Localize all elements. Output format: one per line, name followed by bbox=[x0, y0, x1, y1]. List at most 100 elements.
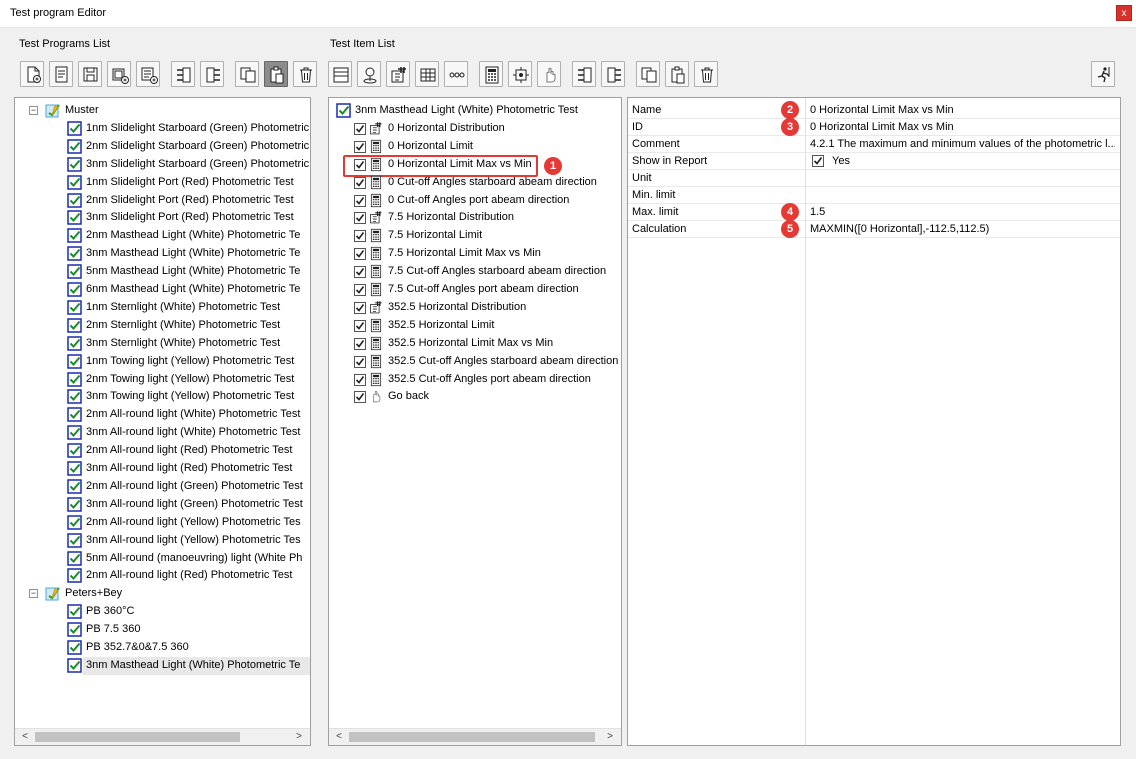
move-down-button[interactable] bbox=[601, 61, 625, 87]
test-item-node[interactable]: 352.5 Cut-off Angles port abeam directio… bbox=[329, 371, 621, 389]
new-program-button[interactable] bbox=[20, 61, 44, 87]
tree-program-node[interactable]: 3nm Sternlight (White) Photometric Test bbox=[15, 335, 310, 353]
tree-program-node[interactable]: 3nm All-round light (Green) Photometric … bbox=[15, 496, 310, 514]
item-checkbox[interactable] bbox=[354, 176, 366, 189]
item-checkbox[interactable] bbox=[354, 355, 366, 368]
tree-program-node[interactable]: PB 360°C bbox=[15, 603, 310, 621]
tree-program-node[interactable]: 2nm Slidelight Port (Red) Photometric Te… bbox=[15, 192, 310, 210]
item-checkbox[interactable] bbox=[354, 230, 366, 243]
item-list-button[interactable] bbox=[328, 61, 352, 87]
property-row[interactable]: Min. limit bbox=[628, 187, 1120, 204]
show-in-report-checkbox[interactable] bbox=[812, 155, 824, 167]
item-checkbox[interactable] bbox=[354, 212, 366, 225]
property-value[interactable]: MAXMIN([0 Horizontal],-112.5,112.5) bbox=[810, 223, 1115, 235]
tree-program-node[interactable]: 3nm All-round light (Yellow) Photometric… bbox=[15, 532, 310, 550]
collapse-icon[interactable]: − bbox=[29, 589, 38, 599]
item-checkbox[interactable] bbox=[354, 140, 366, 153]
add-item-button[interactable] bbox=[136, 61, 160, 87]
tree-program-node[interactable]: 1nm Sternlight (White) Photometric Test bbox=[15, 299, 310, 317]
property-value[interactable]: 4.2.1 The maximum and minimum values of … bbox=[810, 138, 1115, 150]
tree-group-node[interactable]: − Peters+Bey bbox=[15, 585, 310, 603]
tree-program-node[interactable]: 2nm Sternlight (White) Photometric Test bbox=[15, 317, 310, 335]
scrollbar-thumb[interactable] bbox=[349, 732, 595, 742]
property-row[interactable]: ID 0 Horizontal Limit Max vs Min 3 bbox=[628, 118, 1120, 136]
property-row[interactable]: Name 0 Horizontal Limit Max vs Min 2 bbox=[628, 101, 1120, 119]
tree-program-node[interactable]: 2nm All-round light (White) Photometric … bbox=[15, 406, 310, 424]
scroll-right-icon[interactable]: > bbox=[603, 730, 617, 744]
collapse-icon[interactable]: − bbox=[29, 106, 38, 115]
tree-program-node[interactable]: 3nm All-round light (White) Photometric … bbox=[15, 424, 310, 442]
item-checkbox[interactable] bbox=[354, 284, 366, 296]
item-checkbox[interactable] bbox=[354, 337, 366, 350]
item-checkbox[interactable] bbox=[354, 391, 366, 404]
dots-button[interactable] bbox=[444, 61, 468, 87]
tree-program-node[interactable]: 2nm Slidelight Starboard (Green) Photome… bbox=[15, 138, 310, 156]
property-row[interactable]: Unit bbox=[628, 170, 1120, 187]
tree-program-node[interactable]: 3nm Masthead Light (White) Photometric T… bbox=[15, 245, 310, 263]
test-item-node[interactable]: 352.5 Horizontal Limit bbox=[329, 317, 621, 335]
tree-program-node[interactable]: 1nm Slidelight Port (Red) Photometric Te… bbox=[15, 174, 310, 192]
tree-program-node[interactable]: 3nm Slidelight Starboard (Green) Photome… bbox=[15, 156, 310, 174]
item-checkbox[interactable] bbox=[354, 373, 366, 386]
copy-button[interactable] bbox=[636, 61, 660, 87]
property-row[interactable]: Comment 4.2.1 The maximum and minimum val… bbox=[628, 136, 1120, 153]
paste-button[interactable] bbox=[665, 61, 689, 87]
scroll-left-icon[interactable]: < bbox=[332, 730, 346, 744]
tree-program-node[interactable]: 5nm All-round (manoeuvring) light (White… bbox=[15, 550, 310, 568]
property-row[interactable]: Max. limit 1.5 4 bbox=[628, 203, 1120, 221]
paste-button[interactable] bbox=[264, 61, 288, 87]
tree-program-node[interactable]: 2nm All-round light (Red) Photometric Te… bbox=[15, 442, 310, 460]
tree-program-node[interactable]: 2nm Towing light (Yellow) Photometric Te… bbox=[15, 371, 310, 389]
test-item-node[interactable]: 7.5 Cut-off Angles port abeam direction bbox=[329, 281, 621, 299]
item-checkbox[interactable] bbox=[354, 319, 366, 332]
distribution-button[interactable] bbox=[386, 61, 410, 87]
test-programs-tree[interactable]: − Muster 1nm Slidelight Starboard (Green) … bbox=[14, 97, 311, 746]
tree-program-node[interactable]: 2nm Masthead Light (White) Photometric T… bbox=[15, 227, 310, 245]
property-value[interactable]: 1.5 bbox=[810, 206, 1115, 218]
test-item-node[interactable]: 0 Cut-off Angles port abeam direction bbox=[329, 192, 621, 210]
delete-button[interactable] bbox=[694, 61, 718, 87]
tree-group-node[interactable]: − Muster bbox=[15, 102, 310, 120]
property-value[interactable]: Yes bbox=[832, 155, 1120, 167]
property-row[interactable]: Show in Report Yes bbox=[628, 153, 1120, 170]
tree-program-node[interactable]: PB 7.5 360 bbox=[15, 621, 310, 639]
copy-button[interactable] bbox=[235, 61, 259, 87]
close-button[interactable]: x bbox=[1116, 5, 1132, 21]
tree-program-node[interactable]: PB 352.7&0&7.5 360 bbox=[15, 639, 310, 657]
item-checkbox[interactable] bbox=[354, 266, 366, 279]
test-item-node[interactable]: 7.5 Cut-off Angles starboard abeam direc… bbox=[329, 263, 621, 281]
hand-button[interactable] bbox=[537, 61, 561, 87]
move-up-button[interactable] bbox=[171, 61, 195, 87]
program-info-button[interactable] bbox=[49, 61, 73, 87]
programs-horizontal-scrollbar[interactable]: < > bbox=[15, 728, 310, 745]
tree-program-node[interactable]: 3nm All-round light (Red) Photometric Te… bbox=[15, 460, 310, 478]
item-checkbox[interactable] bbox=[354, 194, 366, 207]
property-value[interactable]: 0 Horizontal Limit Max vs Min bbox=[810, 121, 1115, 133]
tree-program-node[interactable]: 2nm All-round light (Green) Photometric … bbox=[15, 478, 310, 496]
items-horizontal-scrollbar[interactable]: < > bbox=[329, 728, 621, 745]
tree-program-node[interactable]: 3nm Masthead Light (White) Photometric T… bbox=[67, 656, 310, 675]
item-checkbox[interactable] bbox=[354, 122, 366, 135]
test-item-node[interactable]: 0 Horizontal Limit bbox=[329, 138, 621, 156]
tree-program-node[interactable]: 3nm Towing light (Yellow) Photometric Te… bbox=[15, 388, 310, 406]
save-button[interactable] bbox=[78, 61, 102, 87]
test-item-root-node[interactable]: 3nm Masthead Light (White) Photometric T… bbox=[329, 102, 621, 120]
tree-program-node[interactable]: 3nm Slidelight Port (Red) Photometric Te… bbox=[15, 209, 310, 227]
test-item-node[interactable]: 0 Horizontal Distribution bbox=[329, 120, 621, 138]
location-button[interactable] bbox=[357, 61, 381, 87]
test-item-node[interactable]: 7.5 Horizontal Limit bbox=[329, 227, 621, 245]
run-button[interactable] bbox=[1091, 61, 1115, 87]
property-row[interactable]: Calculation MAXMIN([0 Horizontal],-112.5,… bbox=[628, 220, 1120, 238]
delete-button[interactable] bbox=[293, 61, 317, 87]
tree-program-node[interactable]: 5nm Masthead Light (White) Photometric T… bbox=[15, 263, 310, 281]
test-item-node[interactable]: 352.5 Horizontal Distribution bbox=[329, 299, 621, 317]
tree-program-node[interactable]: 1nm Slidelight Starboard (Green) Photome… bbox=[15, 120, 310, 138]
test-item-node[interactable]: Go back bbox=[329, 388, 621, 406]
test-item-node[interactable]: 352.5 Cut-off Angles starboard abeam dir… bbox=[329, 353, 621, 371]
add-group-button[interactable] bbox=[107, 61, 131, 87]
move-down-button[interactable] bbox=[200, 61, 224, 87]
tree-program-node[interactable]: 1nm Towing light (Yellow) Photometric Te… bbox=[15, 353, 310, 371]
property-value[interactable]: 0 Horizontal Limit Max vs Min bbox=[810, 104, 1115, 116]
test-item-node[interactable]: 0 Cut-off Angles starboard abeam directi… bbox=[329, 174, 621, 192]
test-items-tree[interactable]: 3nm Masthead Light (White) Photometric T… bbox=[328, 97, 622, 746]
